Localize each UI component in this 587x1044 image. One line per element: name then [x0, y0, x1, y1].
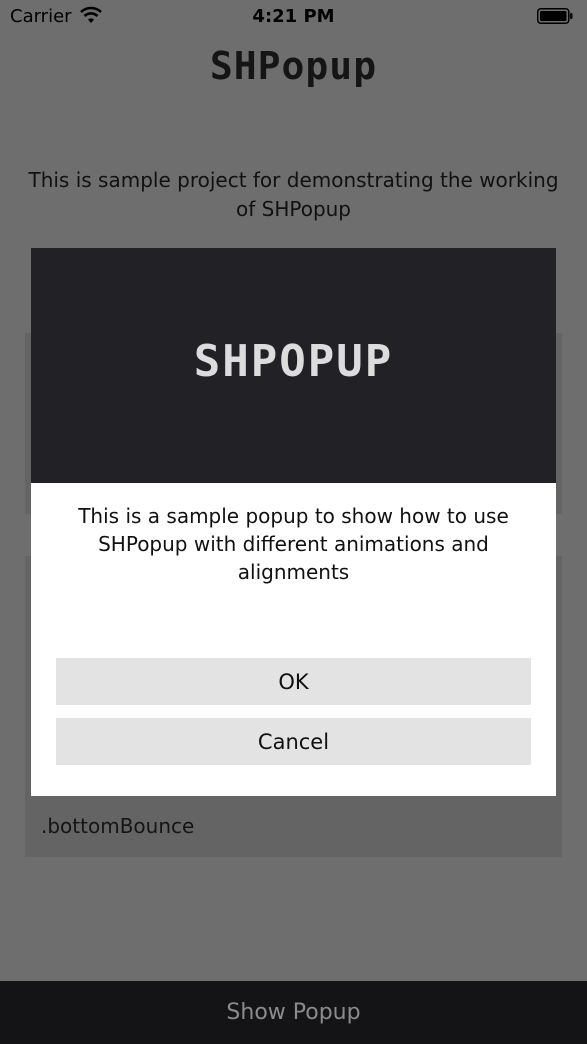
show-popup-button[interactable]: Show Popup [0, 981, 587, 1044]
status-bar: Carrier 4:21 PM [0, 0, 587, 34]
popup-message: This is a sample popup to show how to us… [78, 504, 509, 584]
animation-option-label[interactable]: .bottomBounce [41, 814, 194, 838]
page-title: SHPopup [209, 44, 378, 88]
popup-banner-image: SHPOPUP [31, 248, 556, 483]
description-text: This is sample project for demonstrating… [28, 168, 559, 221]
app-screen: Carrier 4:21 PM SHPopup This is sample p… [0, 0, 587, 1044]
popup-banner-logo-text: SHPOPUP [193, 336, 394, 387]
status-time: 4:21 PM [252, 6, 335, 27]
cancel-button[interactable]: Cancel [56, 718, 531, 765]
ok-button[interactable]: OK [56, 658, 531, 705]
battery-icon [537, 8, 573, 24]
popup-dialog: SHPOPUP This is a sample popup to show h… [31, 248, 556, 796]
